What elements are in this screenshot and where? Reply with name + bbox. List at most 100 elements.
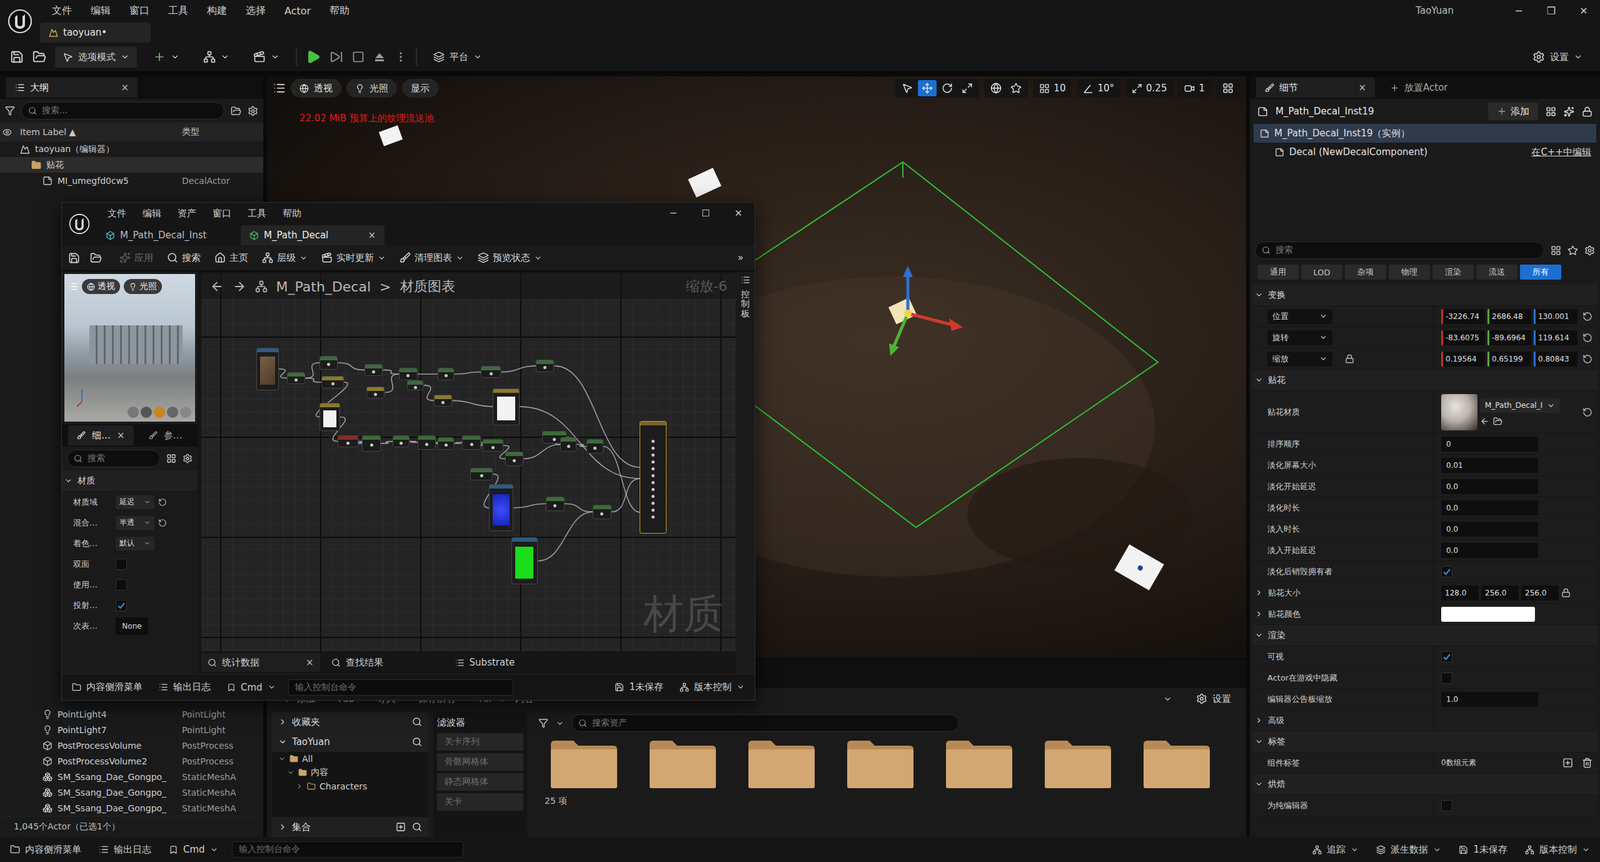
menu-item[interactable]: 编辑 [81, 4, 121, 18]
reset-icon[interactable] [1582, 407, 1593, 418]
bottom-tab[interactable]: Substrate [448, 652, 568, 672]
graph-node[interactable] [560, 437, 577, 452]
graph-node[interactable] [592, 504, 611, 519]
lock-icon[interactable] [1561, 587, 1571, 598]
outliner-row[interactable]: taoyuan（编辑器） [0, 141, 264, 157]
close-button[interactable]: × [367, 229, 376, 241]
graph-node[interactable] [586, 438, 603, 454]
material-dropdown[interactable]: M_Path_Decal_I [1479, 397, 1560, 413]
status-item[interactable]: 版本控制 [1521, 840, 1594, 858]
filter-tab[interactable]: 物理 [1388, 264, 1430, 280]
graph-node[interactable] [535, 359, 554, 373]
checkbox[interactable] [1441, 565, 1453, 578]
transform-tool[interactable] [1218, 80, 1238, 97]
reset-button[interactable] [1582, 353, 1593, 364]
menu-item[interactable]: 编辑 [134, 207, 170, 220]
folder-tile[interactable] [648, 737, 718, 790]
vector-field[interactable]: 0.19564 [1441, 351, 1485, 367]
window-control[interactable]: ─ [1502, 5, 1535, 17]
color-swatch[interactable] [1441, 606, 1535, 622]
dropdown-icon[interactable] [555, 719, 564, 728]
menu-item[interactable]: 工具 [158, 4, 198, 18]
settings-icon[interactable] [1584, 245, 1595, 256]
angle-snap-icon[interactable] [1082, 83, 1094, 94]
add-element-icon[interactable] [1562, 757, 1574, 768]
close-button[interactable]: × [116, 429, 126, 441]
graph-node[interactable] [492, 388, 519, 426]
expand-icon[interactable] [295, 782, 304, 790]
toolbar-button[interactable] [145, 46, 187, 68]
menu-item[interactable]: 选择 [236, 4, 276, 18]
outliner-row[interactable]: PointLight4PointLight [0, 705, 264, 722]
vector-field[interactable]: -83.6075 [1441, 330, 1485, 346]
viewport-button[interactable]: 光照 [346, 78, 398, 98]
reset-icon[interactable] [158, 497, 167, 507]
size-field[interactable]: 256.0 [1521, 585, 1559, 601]
new-folder-icon[interactable] [230, 105, 242, 117]
panel-tab[interactable]: 参… [140, 425, 192, 446]
expand-icon[interactable] [278, 717, 287, 726]
visibility-icon[interactable] [2, 127, 12, 137]
material-toolbar-button[interactable]: 应用 [114, 248, 159, 267]
panel-tab[interactable]: 大纲× [6, 77, 138, 98]
folder-tile[interactable] [1142, 737, 1212, 790]
search-icon[interactable] [412, 736, 423, 747]
forward-icon[interactable] [232, 279, 247, 294]
search-field[interactable]: 搜索 [1254, 241, 1545, 259]
preview-state-icon[interactable] [477, 251, 489, 264]
move-icon[interactable] [921, 82, 933, 94]
graph-node[interactable] [392, 435, 409, 448]
use-selected-icon[interactable] [1479, 416, 1490, 426]
menu-item[interactable]: 资产 [169, 207, 205, 220]
graph-node[interactable] [462, 435, 481, 450]
select-icon[interactable] [901, 82, 913, 94]
number-field[interactable]: 0.0 [1441, 521, 1539, 537]
search-icon[interactable] [412, 821, 423, 832]
checkbox[interactable] [115, 599, 127, 611]
graph-node[interactable] [437, 437, 454, 450]
graph-node[interactable] [480, 365, 502, 379]
material-toolbar-button[interactable]: 实时更新 [316, 248, 391, 267]
graph-node[interactable] [256, 347, 279, 391]
menu-item[interactable]: Actor [275, 5, 321, 17]
collapse-icon[interactable] [64, 476, 73, 485]
viewport-menu-icon[interactable] [273, 81, 286, 95]
property-mode-dropdown[interactable]: 缩放 [1267, 351, 1333, 367]
graph-node[interactable] [417, 435, 436, 450]
material-toolbar-button[interactable]: » [732, 248, 749, 267]
preview-shape-button[interactable] [166, 406, 179, 418]
reset-icon[interactable] [1582, 332, 1593, 343]
expand-icon[interactable] [1254, 715, 1263, 725]
step-icon[interactable] [329, 50, 344, 64]
section-header[interactable]: 变换 [1252, 284, 1598, 306]
collapse-icon[interactable] [1254, 779, 1263, 788]
outliner-row[interactable]: SM_Ssang_Dae_Gongpo_StaticMeshA [0, 784, 264, 800]
section-header[interactable]: 贴花 [1252, 369, 1598, 391]
filter-item[interactable]: 骨骼网格体 [437, 752, 524, 771]
outliner-row[interactable]: PostProcessVolume2PostProcess [0, 752, 264, 769]
viewport-button[interactable]: 显示 [402, 78, 439, 98]
graph-node[interactable] [321, 375, 344, 389]
search-field[interactable]: 搜索 [66, 449, 161, 468]
filter-tab[interactable]: 所有 [1519, 264, 1562, 280]
level-tab[interactable]: taoyuan• [40, 22, 151, 43]
toolbar-button[interactable]: 选项模式 [55, 46, 137, 68]
transform-gizmo-icon[interactable] [888, 265, 963, 356]
material-preview[interactable]: 透视光照 [64, 273, 196, 422]
number-field[interactable]: 0 [1441, 436, 1539, 452]
folder-tile[interactable] [944, 737, 1014, 790]
view-options-icon[interactable] [1550, 245, 1562, 256]
stop-icon[interactable] [352, 50, 365, 64]
hierarchy-icon[interactable] [261, 251, 274, 264]
blueprint-icon[interactable] [1545, 106, 1557, 117]
outliner-row[interactable]: PostProcessVolumePostProcess [0, 737, 264, 753]
status-item[interactable]: 版本控制 [675, 678, 749, 696]
history-icon[interactable] [1162, 694, 1173, 704]
play-icon[interactable] [305, 49, 321, 65]
checkbox[interactable] [1441, 650, 1453, 663]
status-item[interactable]: Cmd [165, 840, 222, 858]
reset-button[interactable] [1582, 407, 1593, 418]
material-toolbar-button[interactable]: 主页 [209, 248, 254, 267]
close-button[interactable]: × [305, 656, 314, 668]
back-icon[interactable] [210, 279, 224, 294]
